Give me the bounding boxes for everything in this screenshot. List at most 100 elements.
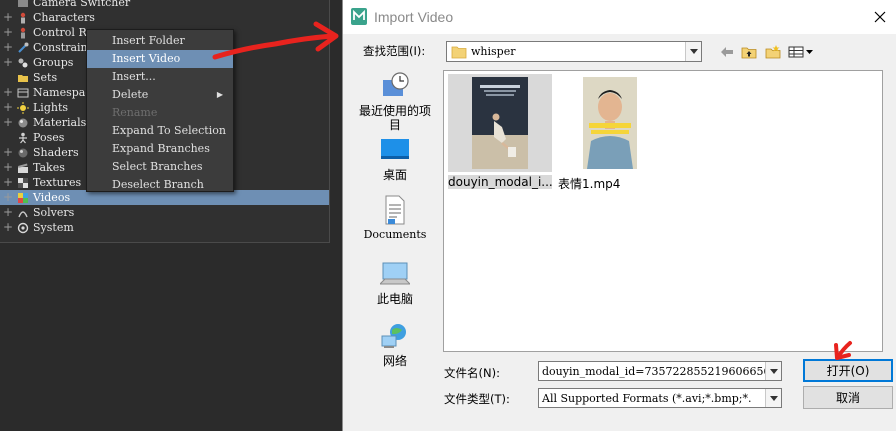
cancel-button[interactable]: 取消 [803, 386, 893, 409]
file-name-value: douyin_modal_id=7357228552196066569_sp [542, 365, 782, 378]
shader-sphere-icon [16, 147, 30, 159]
tree-item-label: Materials [33, 116, 87, 129]
dialog-title: Import Video [374, 9, 454, 25]
menu-item-insert-folder[interactable]: Insert Folder [87, 32, 233, 50]
file-name-label: 文件名(N): [444, 366, 500, 380]
tree-item-label: Poses [33, 131, 65, 144]
control-rig-icon [16, 27, 30, 39]
material-sphere-icon [16, 117, 30, 129]
expand-icon[interactable]: + [0, 205, 16, 220]
expand-icon[interactable]: + [0, 145, 16, 160]
chevron-down-icon[interactable] [685, 42, 701, 61]
file-item-biaoqing1[interactable]: 表情1.mp4 [558, 74, 662, 194]
import-video-dialog: Import Video 查找范围(I): whisper 最近使用的项目 桌面… [342, 0, 896, 431]
tree-item-system[interactable]: + System [0, 220, 329, 235]
file-name-combo[interactable]: douyin_modal_id=7357228552196066569_sp [538, 361, 782, 381]
expand-icon[interactable]: + [0, 115, 16, 130]
expand-icon[interactable]: + [0, 160, 16, 175]
place-this-pc[interactable]: 此电脑 [355, 258, 435, 306]
expand-icon[interactable]: + [0, 40, 16, 55]
expand-icon[interactable]: + [0, 25, 16, 40]
tree-item-label: Shaders [33, 146, 79, 159]
place-documents[interactable]: Documents [355, 194, 435, 242]
view-menu-icon [788, 46, 813, 58]
look-in-value: whisper [471, 45, 516, 58]
dialog-title-bar: Import Video [343, 0, 896, 34]
menu-item-insert[interactable]: Insert... [87, 68, 233, 86]
new-folder-icon [765, 45, 781, 59]
file-type-label: 文件类型(T): [444, 392, 510, 406]
menu-item-label: Delete [112, 88, 149, 101]
system-icon [16, 222, 30, 234]
tree-item-label: Control R [33, 26, 87, 39]
tree-item-label: Constrain [33, 41, 88, 54]
open-button[interactable]: 打开(O) [803, 359, 893, 382]
menu-item-select-branches[interactable]: Select Branches [87, 158, 233, 176]
up-folder-button[interactable] [739, 42, 759, 62]
file-type-combo[interactable]: All Supported Formats (*.avi;*.bmp;*. [538, 388, 782, 408]
new-folder-button[interactable] [763, 42, 783, 62]
character-icon [16, 12, 30, 24]
tree-item-label: Characters [33, 11, 95, 24]
tree-item-label: Takes [33, 161, 65, 174]
tree-item-label: System [33, 221, 74, 234]
expand-icon[interactable]: + [0, 100, 16, 115]
look-in-dropdown[interactable]: whisper [446, 41, 702, 62]
file-name: 表情1.mp4 [558, 177, 621, 191]
view-menu-button[interactable] [787, 42, 815, 62]
place-label: 此电脑 [376, 292, 413, 306]
desktop-icon [379, 134, 411, 166]
expand-icon[interactable]: + [0, 85, 16, 100]
file-list-view[interactable]: douyin_modal_i... 表情1.mp4 [443, 70, 883, 352]
texture-checker-icon [16, 177, 30, 189]
place-label: Documents [363, 228, 427, 241]
expand-icon[interactable]: + [0, 220, 16, 235]
takes-clapper-icon [16, 162, 30, 174]
network-icon [379, 320, 411, 352]
place-network[interactable]: 网络 [355, 320, 435, 368]
back-arrow-icon [721, 47, 733, 57]
tree-item-solvers[interactable]: + Solvers [0, 205, 329, 220]
chevron-down-icon[interactable] [765, 362, 781, 380]
place-label: 网络 [382, 354, 407, 368]
menu-item-insert-video[interactable]: Insert Video [87, 50, 233, 68]
menu-item-delete[interactable]: Delete ▶ [87, 86, 233, 104]
constraint-icon [16, 42, 30, 54]
back-button[interactable] [717, 42, 737, 62]
place-label: 桌面 [382, 168, 407, 182]
expand-icon[interactable]: + [0, 55, 16, 70]
video-icon [16, 192, 30, 204]
places-bar: 最近使用的项目 桌面 Documents 此电脑 网络 [355, 70, 435, 390]
chevron-down-icon[interactable] [765, 389, 781, 407]
submenu-arrow-icon: ▶ [216, 90, 223, 99]
tree-item-camera-switcher[interactable]: + Camera Switcher [0, 0, 329, 10]
pose-icon [16, 132, 30, 144]
light-icon [16, 101, 30, 114]
documents-icon [379, 194, 411, 226]
tree-context-menu: Insert Folder Insert Video Insert... Del… [86, 29, 234, 192]
tree-item-characters[interactable]: + Characters [0, 10, 329, 25]
place-recent[interactable]: 最近使用的项目 [355, 70, 435, 132]
camera-switcher-icon [16, 0, 30, 9]
tree-item-label: Videos [33, 191, 71, 204]
menu-item-expand-branches[interactable]: Expand Branches [87, 140, 233, 158]
up-folder-icon [741, 47, 757, 59]
file-name: douyin_modal_i... [448, 175, 552, 189]
expand-icon[interactable]: + [0, 190, 16, 205]
expand-icon[interactable]: + [0, 175, 16, 190]
menu-item-rename: Rename [112, 106, 158, 119]
expand-icon[interactable]: + [0, 10, 16, 25]
menu-item-expand-to-selection[interactable]: Expand To Selection [87, 122, 233, 140]
close-button[interactable] [867, 4, 893, 30]
close-icon [874, 11, 886, 23]
recent-icon [379, 70, 411, 102]
place-label: 最近使用的项目 [358, 104, 431, 132]
tree-item-label: Textures [33, 176, 82, 189]
this-pc-icon [379, 258, 411, 290]
place-desktop[interactable]: 桌面 [355, 134, 435, 182]
menu-item-deselect-branch[interactable]: Deselect Branch [87, 176, 233, 194]
file-item-douyin-modal[interactable]: douyin_modal_i... [448, 74, 552, 194]
file-type-value: All Supported Formats (*.avi;*.bmp;*. [542, 392, 752, 405]
tree-item-label: Sets [33, 71, 58, 84]
tree-item-label: Groups [33, 56, 74, 69]
